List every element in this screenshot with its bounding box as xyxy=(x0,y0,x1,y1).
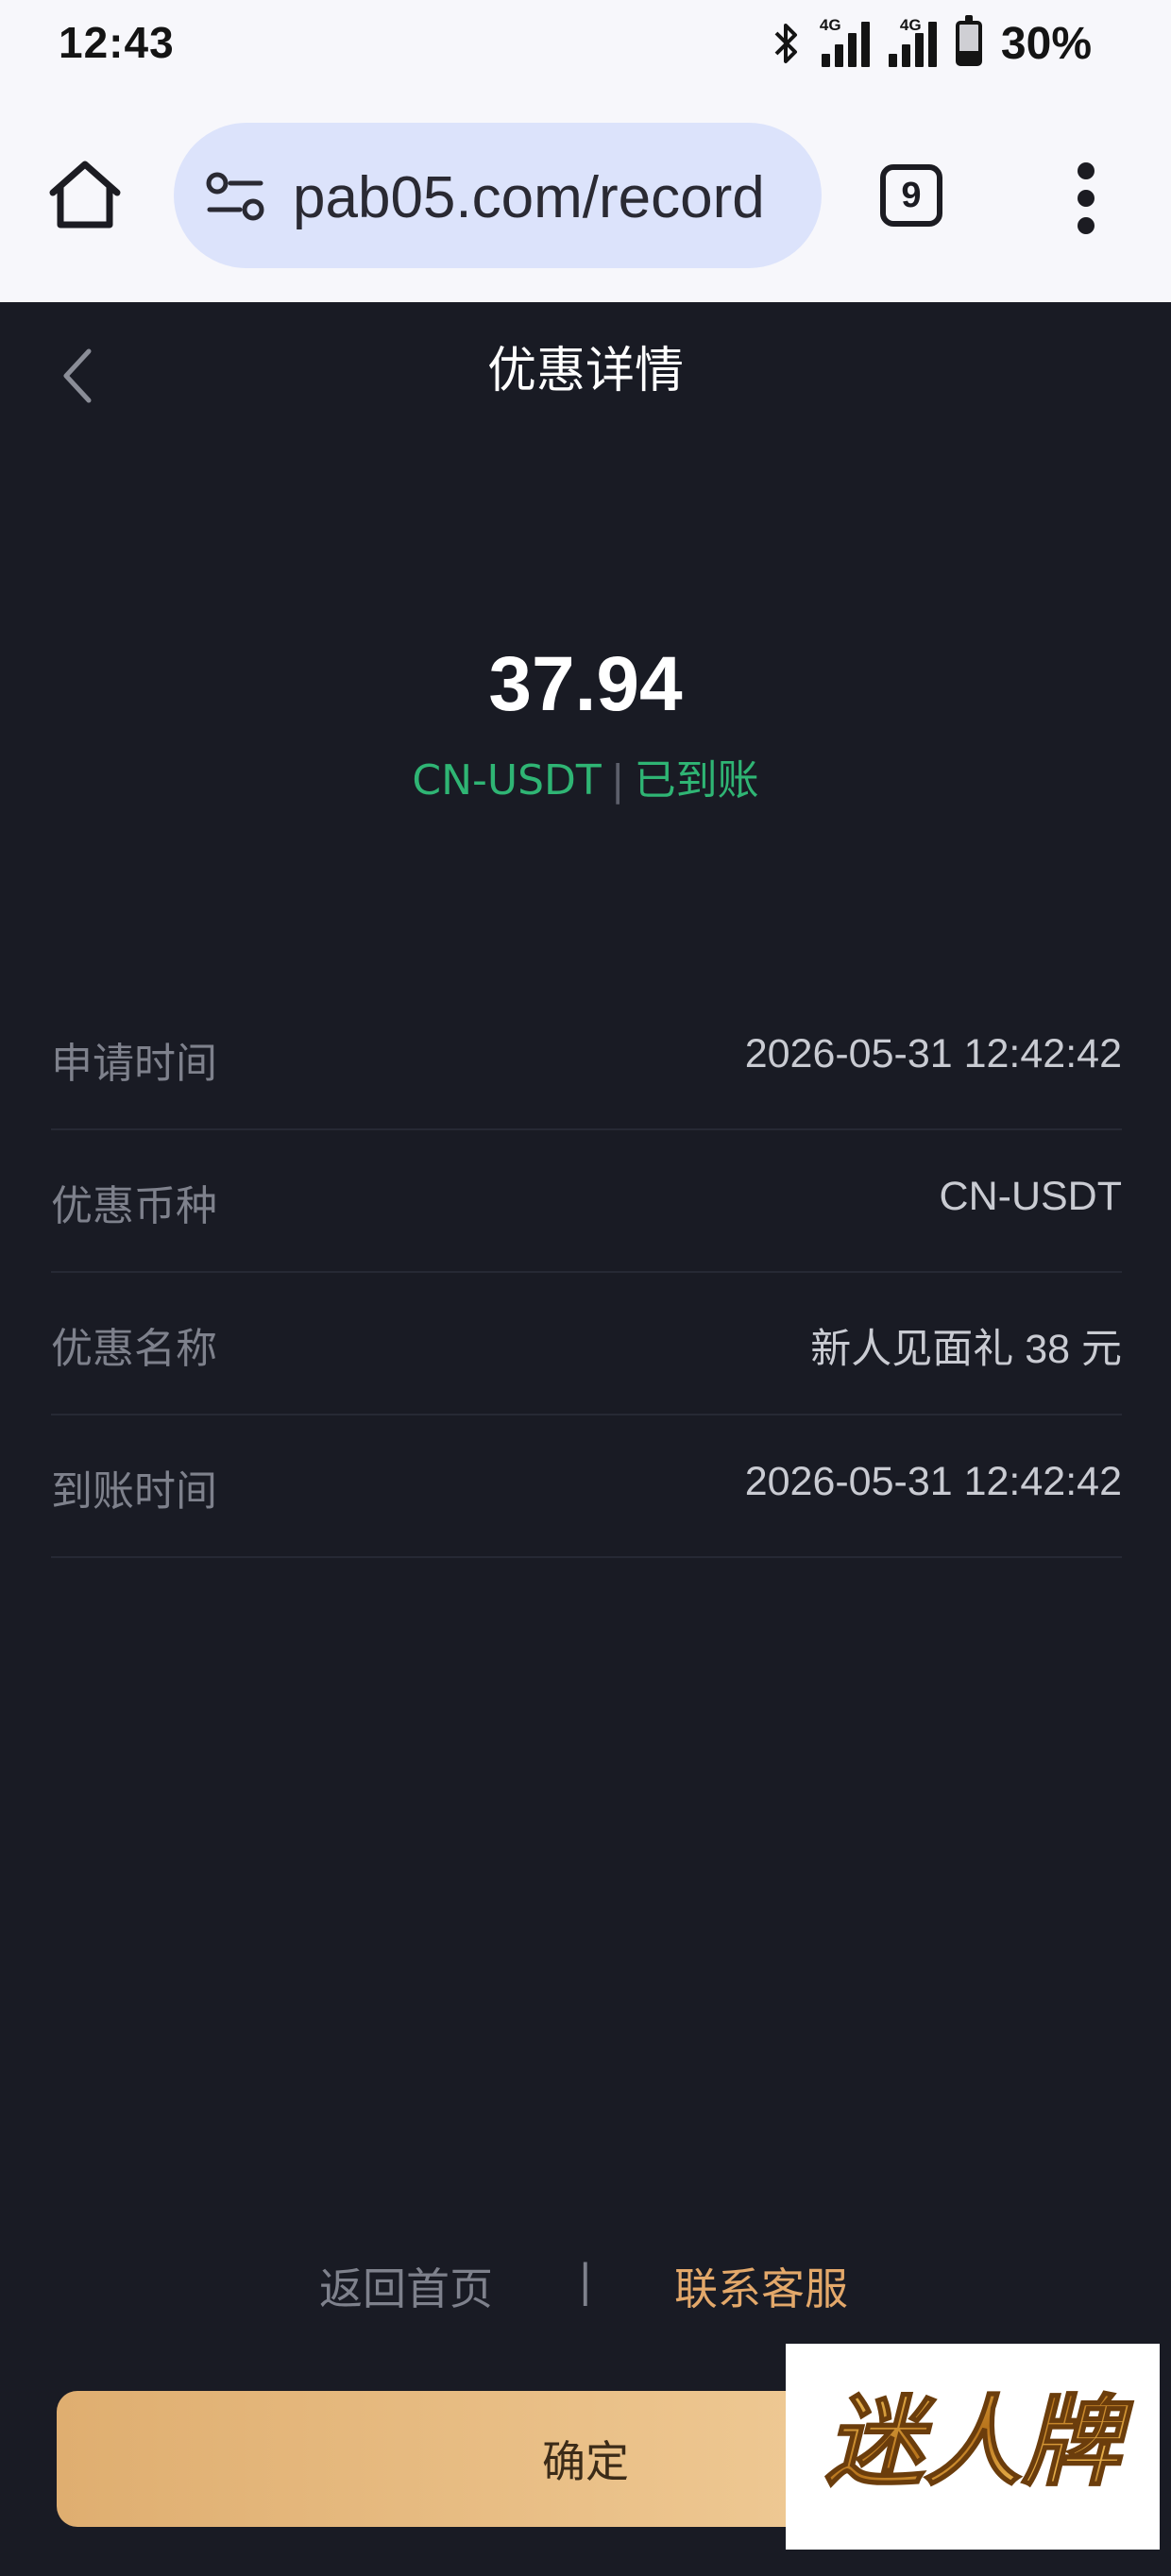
detail-value: 2026-05-31 12:42:42 xyxy=(744,1031,1122,1076)
site-settings-icon[interactable] xyxy=(204,170,266,223)
battery-percent: 30% xyxy=(1000,18,1092,69)
back-home-link[interactable]: 返回首页 xyxy=(319,2255,493,2317)
detail-label: 申请时间 xyxy=(51,1040,217,1088)
watermark-logo: 迷人牌 xyxy=(786,2344,1160,2550)
browser-toolbar: pab05.com/record 9 xyxy=(0,94,1171,303)
network-type-label: 4G xyxy=(819,16,841,34)
detail-label: 优惠币种 xyxy=(51,1182,217,1230)
status-label: 已到账 xyxy=(634,756,759,805)
detail-row-apply-time: 申请时间 2026-05-31 12:42:42 xyxy=(51,988,1122,1130)
footer-links: 返回首页 | 联系客服 xyxy=(0,2255,1171,2330)
detail-label: 到账时间 xyxy=(51,1467,217,1516)
battery-icon xyxy=(955,15,982,66)
detail-row-arrival-time: 到账时间 2026-05-31 12:42:42 xyxy=(51,1415,1122,1558)
watermark-logo-graphic: 迷人牌 xyxy=(824,2383,1135,2500)
more-options-icon[interactable] xyxy=(1067,162,1105,234)
status-bar: 12:43 4G 4G 30% xyxy=(0,0,1171,94)
detail-row-promo-name: 优惠名称 新人见面礼 38 元 xyxy=(51,1273,1122,1415)
tab-switcher-button[interactable]: 9 xyxy=(880,164,942,227)
page-title: 优惠详情 xyxy=(486,343,684,399)
detail-list: 申请时间 2026-05-31 12:42:42 优惠币种 CN-USDT 优惠… xyxy=(51,988,1122,1558)
amount-subtitle: CN-USDT | 已到账 xyxy=(0,746,1171,806)
network-type-label-2: 4G xyxy=(899,16,922,34)
bluetooth-icon xyxy=(774,24,797,63)
cellular-signal-icon: 4G xyxy=(820,16,870,67)
home-icon[interactable] xyxy=(45,155,125,234)
url-text[interactable]: pab05.com/record xyxy=(293,164,765,231)
cellular-signal-2-icon: 4G xyxy=(888,16,937,67)
detail-value: 2026-05-31 12:42:42 xyxy=(744,1459,1122,1504)
svg-text:迷人牌: 迷人牌 xyxy=(825,2384,1134,2500)
footer-separator: | xyxy=(578,2255,593,2306)
subtitle-separator: | xyxy=(610,756,625,805)
detail-value: 新人见面礼 38 元 xyxy=(810,1327,1122,1372)
detail-label: 优惠名称 xyxy=(51,1325,217,1373)
detail-row-currency: 优惠币种 CN-USDT xyxy=(51,1130,1122,1273)
bonus-amount: 37.94 xyxy=(488,641,683,727)
status-icons: 4G 4G 30% xyxy=(771,15,1092,72)
promo-detail-page: 优惠详情 37.94 CN-USDT | 已到账 申请时间 2026-05-31 1… xyxy=(0,302,1171,2576)
status-time: 12:43 xyxy=(59,18,175,67)
address-bar[interactable]: pab05.com/record xyxy=(174,123,822,268)
detail-value: CN-USDT xyxy=(939,1174,1122,1219)
contact-support-link[interactable]: 联系客服 xyxy=(674,2255,848,2317)
currency-label: CN-USDT xyxy=(412,756,602,805)
